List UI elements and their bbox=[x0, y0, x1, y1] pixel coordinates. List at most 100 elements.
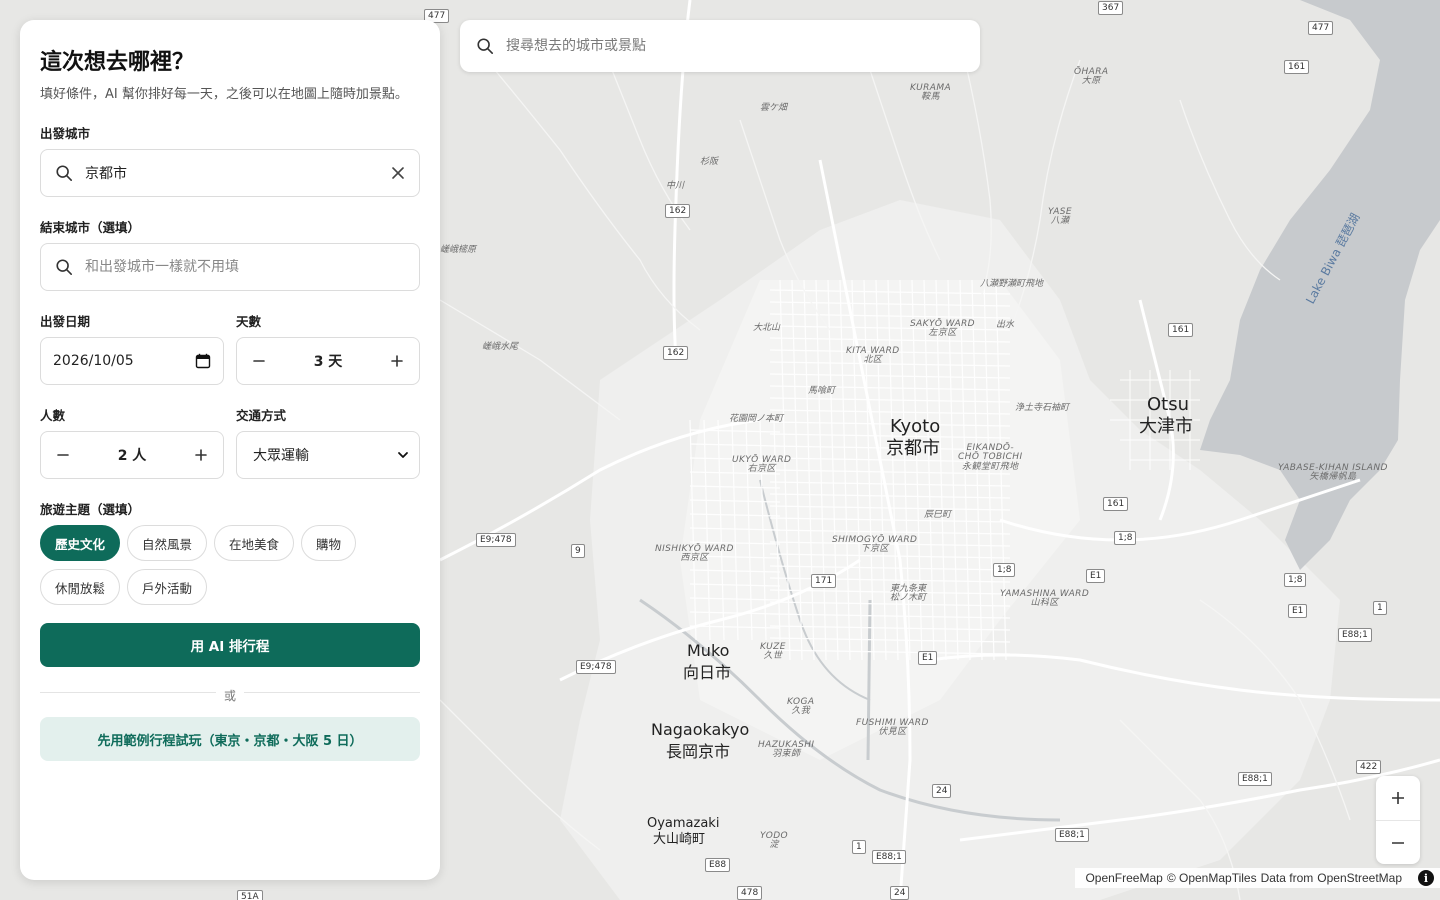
map-label-yodo: YODO 淀 bbox=[760, 831, 789, 851]
map-label-hazukashi: HAZUKASHI 羽束師 bbox=[758, 740, 815, 760]
search-icon bbox=[56, 259, 73, 276]
attribution-openfreemap-link[interactable]: OpenFreeMap bbox=[1085, 871, 1162, 885]
people-decrease-button[interactable] bbox=[55, 447, 71, 463]
road-shield: 1;8 bbox=[1114, 531, 1137, 545]
panel-subtitle: 填好條件，AI 幫你排好每一天，之後可以在地圖上隨時加景點。 bbox=[40, 87, 408, 102]
map-label-jodoji: 浄土寺石袖町 bbox=[1015, 403, 1070, 413]
date-label: 出發日期 bbox=[40, 314, 91, 329]
date-field[interactable]: 2026/10/05 bbox=[40, 337, 224, 385]
zoom-out-button[interactable] bbox=[1376, 820, 1420, 864]
road-shield: 477 bbox=[1308, 21, 1334, 35]
trip-planner-panel: 這次想去哪裡？ 填好條件，AI 幫你排好每一天，之後可以在地圖上隨時加景點。 出… bbox=[20, 20, 440, 880]
map-label-shimogyo: SHIMOGYŌ WARD 下京区 bbox=[832, 535, 918, 555]
map-label-higashikujo: 東九条東 松ノ木町 bbox=[890, 584, 927, 604]
theme-chip-outdoor[interactable]: 戶外活動 bbox=[127, 569, 208, 605]
divider-text: 或 bbox=[215, 689, 244, 703]
minus-icon bbox=[253, 360, 265, 362]
theme-chip-relax[interactable]: 休閒放鬆 bbox=[40, 569, 121, 605]
start-city-label: 出發城市 bbox=[40, 126, 91, 141]
transport-label: 交通方式 bbox=[236, 408, 287, 423]
map-label-ukyo: UKYŌ WARD 右京区 bbox=[732, 455, 792, 475]
theme-chip-food[interactable]: 在地美食 bbox=[214, 525, 295, 561]
road-shield: 161 bbox=[1103, 497, 1129, 511]
map-label-koga: KOGA 久我 bbox=[787, 697, 815, 717]
map-label-nishikyo: NISHIKYŌ WARD 西京区 bbox=[655, 544, 734, 564]
map-label-umakuicho: 馬喰町 bbox=[808, 386, 836, 396]
road-shield: 1;8 bbox=[1284, 573, 1307, 587]
road-shield: E9;478 bbox=[576, 660, 616, 674]
map-label-otsu-en: Otsu bbox=[1147, 394, 1190, 415]
sample-itinerary-button[interactable]: 先用範例行程試玩（東京・京都・大阪 5 日） bbox=[40, 717, 420, 761]
map-label-yase: YASE 八瀬 bbox=[1048, 207, 1072, 227]
attribution-openmaptiles-link[interactable]: © OpenMapTiles bbox=[1167, 871, 1257, 885]
attribution-osm-link[interactable]: OpenStreetMap bbox=[1317, 871, 1402, 885]
map-label-kuze: KUZE 久世 bbox=[760, 642, 786, 662]
search-icon bbox=[56, 165, 73, 182]
days-stepper: 3 天 bbox=[236, 337, 420, 385]
road-shield: E88;1 bbox=[1338, 628, 1372, 642]
days-increase-button[interactable] bbox=[389, 353, 405, 369]
map-label-kyoto-ja: 京都市 bbox=[886, 438, 940, 459]
start-city-field[interactable] bbox=[40, 149, 420, 197]
or-divider: 或 bbox=[40, 685, 420, 703]
chevron-down-icon bbox=[398, 452, 408, 458]
road-shield: 162 bbox=[665, 204, 691, 218]
people-value: 2 人 bbox=[117, 448, 147, 464]
days-value: 3 天 bbox=[313, 354, 343, 370]
info-icon[interactable]: i bbox=[1418, 870, 1434, 886]
theme-chip-history[interactable]: 歷史文化 bbox=[40, 525, 121, 561]
map-label-nakagawa: 中川 bbox=[666, 181, 685, 191]
map-attribution: OpenFreeMap © OpenMapTiles Data from Ope… bbox=[1075, 868, 1440, 888]
transport-select[interactable]: 大眾運輸 bbox=[236, 431, 420, 479]
theme-chip-nature[interactable]: 自然風景 bbox=[127, 525, 208, 561]
map-search-input[interactable] bbox=[506, 38, 946, 54]
map-search-bar[interactable] bbox=[460, 20, 980, 72]
road-shield: E9;478 bbox=[476, 533, 516, 547]
start-city-input[interactable] bbox=[85, 165, 391, 181]
theme-chip-shopping[interactable]: 購物 bbox=[301, 525, 357, 561]
map-label-kumogahata: 雲ケ畑 bbox=[760, 103, 788, 113]
map-label-fushimi: FUSHIMI WARD 伏見区 bbox=[856, 718, 929, 738]
map-label-muko-ja: 向日市 bbox=[683, 663, 732, 682]
ai-plan-button[interactable]: 用 AI 排行程 bbox=[40, 623, 420, 667]
road-shield: 1;8 bbox=[993, 563, 1016, 577]
people-increase-button[interactable] bbox=[193, 447, 209, 463]
end-city-field[interactable] bbox=[40, 243, 420, 291]
days-decrease-button[interactable] bbox=[251, 353, 267, 369]
map-label-oyamazaki-ja: 大山崎町 bbox=[653, 832, 706, 847]
search-icon bbox=[477, 38, 494, 55]
end-city-input[interactable] bbox=[85, 259, 405, 275]
clear-icon[interactable] bbox=[391, 166, 405, 180]
road-shield: E88;1 bbox=[1238, 772, 1272, 786]
themes-label: 旅遊主題（選填） bbox=[40, 502, 141, 517]
plus-icon bbox=[391, 355, 403, 367]
map-label-ohara: ŌHARA 大原 bbox=[1074, 67, 1109, 87]
calendar-icon[interactable] bbox=[195, 353, 211, 369]
map-label-nagaokakyo-en: Nagaokakyo bbox=[651, 720, 750, 739]
minus-icon bbox=[57, 454, 69, 456]
map-label-sugisaka: 杉阪 bbox=[700, 157, 719, 167]
road-shield: 24 bbox=[890, 886, 910, 900]
map-label-kita: KITA WARD 北区 bbox=[846, 346, 900, 366]
plus-icon bbox=[195, 449, 207, 461]
map-label-kyoto-en: Kyoto bbox=[890, 416, 941, 437]
road-shield: E1 bbox=[1086, 569, 1106, 583]
people-stepper: 2 人 bbox=[40, 431, 224, 479]
map-label-hanazono: 花園岡ノ本町 bbox=[729, 414, 784, 424]
zoom-controls bbox=[1376, 776, 1420, 864]
road-shield: 367 bbox=[1098, 1, 1124, 15]
road-shield: 422 bbox=[1356, 760, 1382, 774]
map-label-daimonjiyama: 大北山 bbox=[753, 323, 781, 333]
end-city-label: 結束城市（選填） bbox=[40, 220, 141, 235]
road-shield: 162 bbox=[663, 346, 689, 360]
road-shield: 1 bbox=[1373, 601, 1387, 615]
zoom-in-button[interactable] bbox=[1376, 776, 1420, 820]
map-label-yabase: YABASE-KIHAN ISLAND 矢橋帰帆島 bbox=[1278, 463, 1388, 483]
map-label-oyamazaki-en: Oyamazaki bbox=[647, 816, 720, 831]
people-label: 人數 bbox=[40, 408, 66, 423]
days-label: 天數 bbox=[236, 314, 262, 329]
map-label-sagamizuo: 嵯峨水尾 bbox=[482, 342, 519, 352]
road-shield: 478 bbox=[737, 886, 763, 900]
road-shield: E88;1 bbox=[872, 850, 906, 864]
road-shield: E1 bbox=[1288, 604, 1308, 618]
